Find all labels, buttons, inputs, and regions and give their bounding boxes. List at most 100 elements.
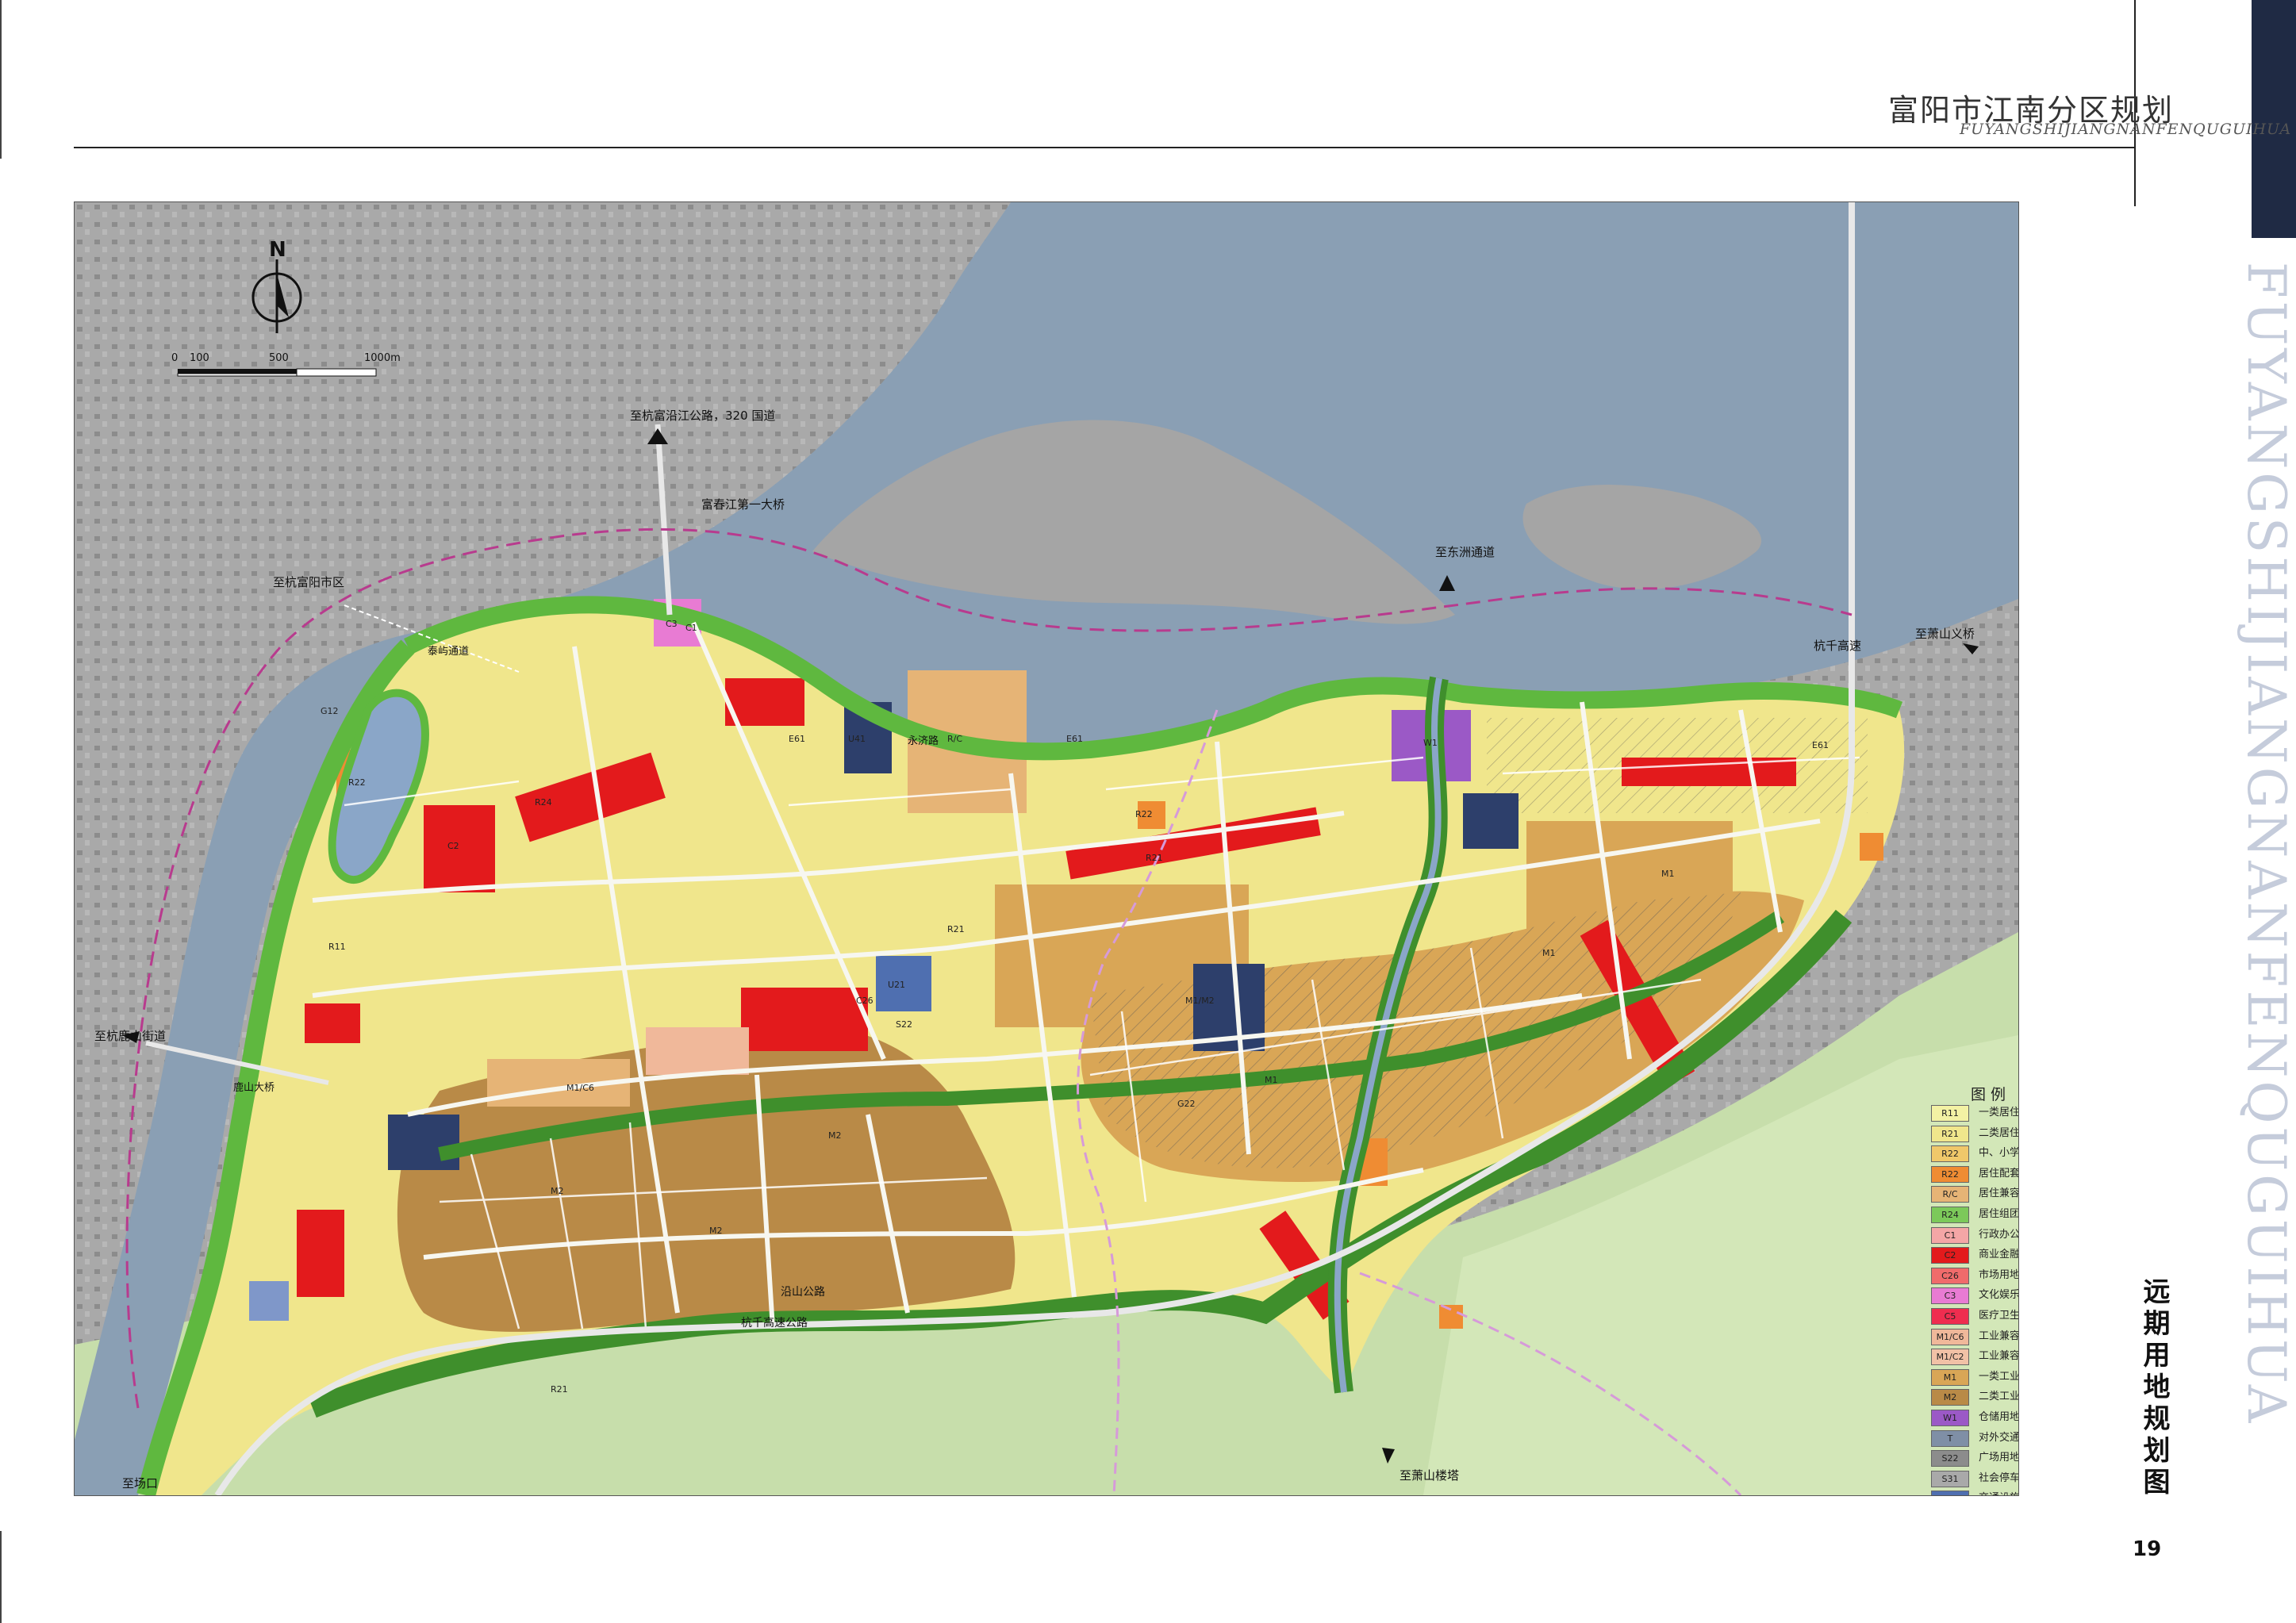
legend-item: M1/C2 工业兼容市场用地 [1931, 1347, 2019, 1368]
label-bridge-first: 富春江第一大桥 [701, 497, 785, 512]
svg-text:U21: U21 [888, 980, 905, 990]
legend-swatch: S22 [1931, 1450, 1969, 1468]
commercial-core-9 [305, 1003, 360, 1043]
label-to-dongzhou: 至东洲通道 [1435, 545, 1495, 559]
legend-title: 图 例 [1971, 1086, 2006, 1103]
legend-swatch: R11 [1931, 1105, 1969, 1122]
commercial-core-1 [424, 805, 495, 892]
svg-text:G12: G12 [321, 706, 339, 716]
legend-swatch: R21 [1931, 1125, 1969, 1142]
svg-text:N: N [269, 238, 286, 262]
legend-swatch: S31 [1931, 1470, 1969, 1487]
legend-swatch: C3 [1931, 1287, 1969, 1305]
label-dongfeng-road: 永济路 [908, 735, 939, 747]
label-to-xiaoshan-louta: 至萧山楼塔 [1399, 1468, 1460, 1483]
commercial-core-10 [297, 1210, 344, 1297]
utility-u11 [249, 1281, 289, 1321]
legend-swatch: U21 [1931, 1491, 1969, 1495]
svg-text:M1: M1 [1265, 1075, 1278, 1085]
legend-item: R/C 居住兼容商业用地 [1931, 1184, 2019, 1205]
legend-swatch: R22 [1931, 1165, 1969, 1183]
legend-item: W1 仓储用地 [1931, 1408, 2018, 1429]
map-legend: 图 例 R11 一类居住用地 R21 二类居住用地 R22 中、小学用地 R22 居住配套设施… [1931, 1083, 2019, 1495]
legend-label: 工业兼容科研用地 [1979, 1329, 2019, 1342]
utility-u41-4 [1463, 793, 1519, 849]
page-number: 19 [2133, 1537, 2162, 1561]
svg-text:M2: M2 [828, 1130, 842, 1141]
svg-text:R24: R24 [535, 797, 552, 808]
legend-swatch: T [1931, 1429, 1969, 1447]
rc-block-3 [646, 1027, 749, 1075]
legend-label: 行政办公用地 [1979, 1228, 2019, 1241]
legend-label: 工业兼容市场用地 [1979, 1350, 2019, 1363]
legend-label: 社会停车场用地 [1979, 1471, 2019, 1484]
legend-item: R22 中、小学用地 [1931, 1144, 2018, 1164]
legend-swatch: C2 [1931, 1247, 1969, 1264]
legend-label: 二类居住用地 [1979, 1126, 2019, 1139]
svg-text:M1: M1 [1661, 869, 1675, 879]
legend-swatch: C26 [1931, 1267, 1969, 1284]
label-lushan-bridge: 鹿山大桥 [233, 1082, 275, 1094]
legend-item: M1 一类工业用地 [1931, 1368, 2019, 1388]
legend-label: 一类居住用地 [1979, 1107, 2019, 1118]
legend-label: 文化娱乐用地 [1979, 1289, 2019, 1302]
legend-label: 居住组团绿地 [1979, 1207, 2019, 1220]
svg-text:R/C: R/C [947, 734, 962, 744]
legend-label: 居住配套设施用地 [1979, 1167, 2019, 1180]
svg-text:E61: E61 [1066, 734, 1083, 744]
legend-label: 商业金融用地 [1979, 1249, 2019, 1261]
corner-accent-bar [2252, 0, 2296, 238]
legend-item: R11 一类居住用地 [1931, 1103, 2019, 1124]
side-brand-text: FUYANGSHIJIANGNANFENQUGUIHUA [2236, 262, 2296, 1426]
svg-text:R22: R22 [1135, 809, 1153, 819]
label-riverside-road: 沿山公路 [781, 1286, 825, 1299]
commercial-core-7 [741, 988, 868, 1051]
legend-item: C26 市场用地 [1931, 1266, 2019, 1287]
legend-label: 居住兼容商业用地 [1979, 1188, 2019, 1200]
label-hangqian: 杭千高速 [1814, 639, 1862, 653]
page-subtitle: FUYANGSHIJIANGNANFENQUGUIHUA [1960, 121, 2292, 138]
r22-block-3 [1860, 833, 1883, 861]
map-canvas: R21 R21 R21 R22 R22 R24 R11 E61 E61 E61 … [75, 202, 2018, 1495]
legend-item: C1 行政办公用地 [1931, 1226, 2019, 1246]
svg-text:G22: G22 [1177, 1099, 1196, 1109]
header-top-rule [74, 147, 2135, 148]
legend-label: 广场用地 [1979, 1452, 2019, 1464]
legend-swatch: R/C [1931, 1186, 1969, 1203]
legend-label: 对外交通用地 [1979, 1431, 2019, 1444]
legend-item: C3 文化娱乐用地 [1931, 1286, 2019, 1306]
svg-text:E61: E61 [789, 734, 805, 744]
svg-text:C2: C2 [447, 841, 459, 851]
legend-items: R11 一类居住用地 R21 二类居住用地 R22 中、小学用地 R22 居住配套设施用地 R/… [1931, 1103, 2019, 1495]
label-to-changkou: 至场口 [122, 1476, 159, 1491]
legend-label: 医疗卫生用地 [1979, 1309, 2019, 1322]
svg-text:M1/M2: M1/M2 [1185, 996, 1215, 1006]
legend-label: 市场用地 [1979, 1268, 2019, 1281]
svg-text:0: 0 [171, 352, 178, 364]
svg-text:R21: R21 [1146, 853, 1163, 863]
svg-text:M1: M1 [1542, 948, 1556, 958]
legend-item: S31 社会停车场用地 [1931, 1469, 2019, 1490]
legend-swatch: M1 [1931, 1368, 1969, 1386]
legend-swatch: R22 [1931, 1145, 1969, 1163]
legend-swatch: M1/C2 [1931, 1349, 1969, 1366]
legend-swatch: W1 [1931, 1409, 1969, 1426]
svg-text:M1/C6: M1/C6 [566, 1083, 594, 1093]
legend-item: C2 商业金融用地 [1931, 1245, 2019, 1266]
legend-item: M1/C6 工业兼容科研用地 [1931, 1327, 2019, 1348]
svg-text:R21: R21 [947, 924, 965, 934]
legend-swatch: M1/C6 [1931, 1328, 1969, 1345]
legend-label: 二类工业用地 [1979, 1391, 2019, 1403]
svg-text:S22: S22 [896, 1019, 912, 1030]
legend-label: 交通设施用地 [1979, 1491, 2018, 1495]
svg-text:M2: M2 [709, 1226, 723, 1236]
label-to-city: 至杭富阳市区 [273, 575, 345, 589]
legend-label: 一类工业用地 [1979, 1370, 2019, 1383]
map-caption: 远期用地规划图 [2138, 1277, 2170, 1499]
svg-text:500: 500 [269, 352, 289, 364]
label-hangqian-road: 杭千高速公路 [741, 1317, 808, 1329]
land-use-map: R21 R21 R21 R22 R22 R24 R11 E61 E61 E61 … [74, 201, 2019, 1496]
bottom-left-rule [0, 1531, 2, 1623]
legend-item: C5 医疗卫生用地 [1931, 1306, 2019, 1327]
label-to-lushan: 至杭鹿山街道 [94, 1029, 167, 1043]
